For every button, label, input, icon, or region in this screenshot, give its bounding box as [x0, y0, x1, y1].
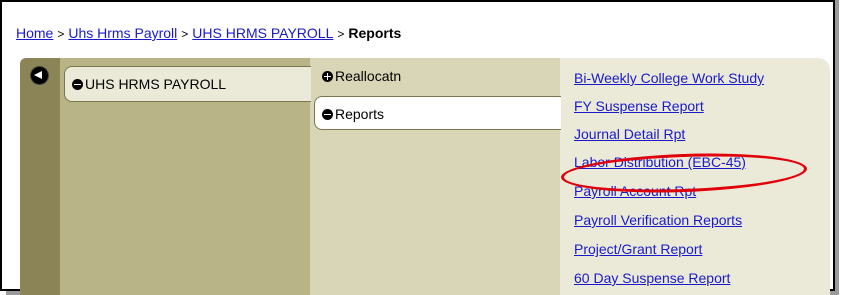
report-link-payroll-account-rpt[interactable]: Payroll Account Rpt — [574, 183, 696, 199]
breadcrumb-home-link[interactable]: Home — [16, 25, 53, 41]
drilldown-menu: UHS HRMS PAYROLL Reallocatn Reports — [20, 58, 830, 295]
breadcrumb-uhs-hrms-payroll-link[interactable]: Uhs Hrms Payroll — [68, 25, 177, 41]
report-link-labor-distribution[interactable]: Labor Distribution (EBC-45) — [574, 154, 746, 170]
menu-item-label: UHS HRMS PAYROLL — [85, 76, 227, 92]
menu-item-reallocatn[interactable]: Reallocatn — [322, 68, 401, 84]
menu-column-3 — [560, 58, 830, 295]
menu-item-reports[interactable]: Reports — [322, 106, 384, 122]
report-link-project-grant-report[interactable]: Project/Grant Report — [574, 241, 702, 257]
breadcrumb-separator: > — [337, 27, 345, 41]
breadcrumb-separator: > — [57, 27, 65, 41]
breadcrumb: Home > Uhs Hrms Payroll > UHS HRMS PAYROLL > R… — [16, 25, 401, 41]
menu-item-uhs-hrms-payroll[interactable]: UHS HRMS PAYROLL — [72, 76, 226, 92]
menu-item-label: Reallocatn — [335, 68, 402, 84]
report-link-60-day-suspense-report[interactable]: 60 Day Suspense Report — [574, 270, 730, 286]
back-arrow-icon[interactable] — [31, 67, 48, 84]
breadcrumb-uhs-hrms-payroll-upper-link[interactable]: UHS HRMS PAYROLL — [192, 25, 333, 41]
back-column — [20, 58, 60, 295]
minus-circle-icon — [72, 79, 83, 90]
report-link-fy-suspense-report[interactable]: FY Suspense Report — [574, 98, 704, 114]
menu-item-label: Reports — [335, 106, 385, 122]
breadcrumb-current: Reports — [348, 25, 402, 41]
report-link-bi-weekly-college-work-study[interactable]: Bi-Weekly College Work Study — [574, 70, 764, 86]
breadcrumb-separator: > — [181, 27, 189, 41]
minus-circle-icon — [322, 109, 333, 120]
plus-circle-icon — [322, 71, 333, 82]
menu-column-2 — [310, 58, 560, 295]
report-link-payroll-verification-reports[interactable]: Payroll Verification Reports — [574, 212, 742, 228]
report-link-journal-detail-rpt[interactable]: Journal Detail Rpt — [574, 126, 685, 142]
